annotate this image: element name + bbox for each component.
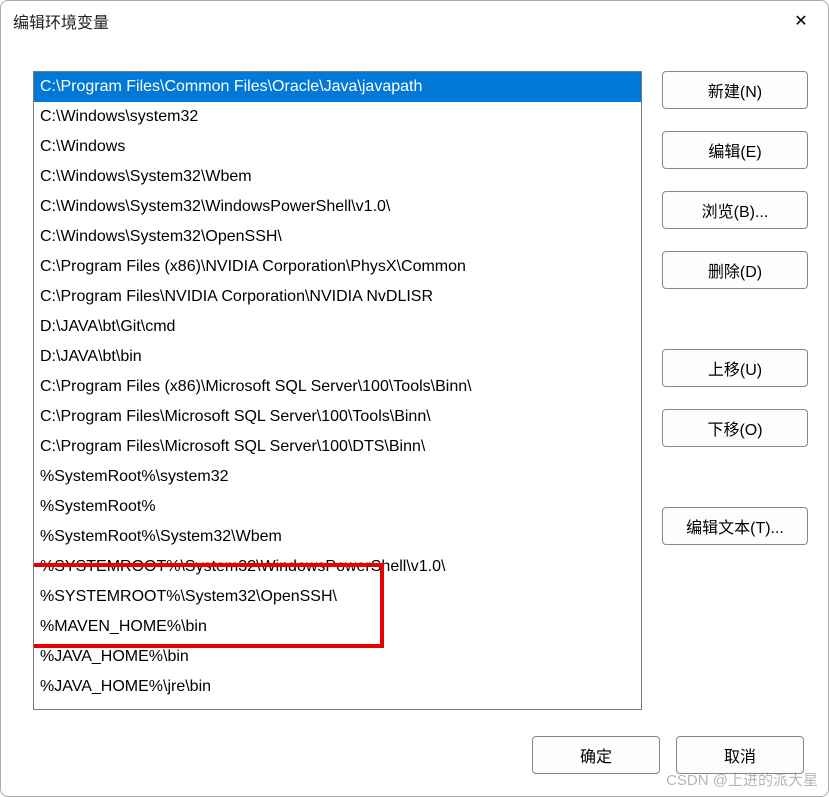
button-column: 新建(N) 编辑(E) 浏览(B)... 删除(D) 上移(U) 下移(O) 编… [662,71,808,710]
move-down-button[interactable]: 下移(O) [662,409,808,447]
list-item[interactable]: C:\Program Files\Microsoft SQL Server\10… [34,432,641,462]
list-item[interactable]: %MAVEN_HOME%\bin [34,612,641,642]
list-item[interactable]: C:\Windows\System32\Wbem [34,162,641,192]
list-item[interactable]: C:\Windows\System32\WindowsPowerShell\v1… [34,192,641,222]
dialog-window: 编辑环境变量 ✕ C:\Program Files\Common Files\O… [0,0,829,797]
list-item[interactable]: C:\Program Files (x86)\NVIDIA Corporatio… [34,252,641,282]
list-item[interactable]: %SystemRoot% [34,492,641,522]
titlebar: 编辑环境变量 ✕ [1,1,828,41]
cancel-button[interactable]: 取消 [676,736,804,774]
ok-button[interactable]: 确定 [532,736,660,774]
list-item[interactable]: C:\Program Files (x86)\Microsoft SQL Ser… [34,372,641,402]
new-button[interactable]: 新建(N) [662,71,808,109]
delete-button[interactable]: 删除(D) [662,251,808,289]
list-item[interactable]: C:\Program Files\NVIDIA Corporation\NVID… [34,282,641,312]
dialog-footer: 确定 取消 [1,722,828,796]
edit-button[interactable]: 编辑(E) [662,131,808,169]
browse-button[interactable]: 浏览(B)... [662,191,808,229]
move-up-button[interactable]: 上移(U) [662,349,808,387]
dialog-title: 编辑环境变量 [13,9,786,33]
list-item[interactable]: C:\Program Files\Common Files\Oracle\Jav… [34,72,641,102]
edit-text-button[interactable]: 编辑文本(T)... [662,507,808,545]
list-item[interactable]: %JAVA_HOME%\bin [34,642,641,672]
list-item[interactable]: C:\Windows\system32 [34,102,641,132]
list-item[interactable]: %SystemRoot%\System32\Wbem [34,522,641,552]
list-item[interactable]: %JAVA_HOME%\jre\bin [34,672,641,702]
close-icon[interactable]: ✕ [786,6,816,36]
list-item[interactable]: C:\Windows\System32\OpenSSH\ [34,222,641,252]
list-item[interactable]: %SYSTEMROOT%\System32\WindowsPowerShell\… [34,552,641,582]
dialog-body: C:\Program Files\Common Files\Oracle\Jav… [1,41,828,722]
path-listbox[interactable]: C:\Program Files\Common Files\Oracle\Jav… [33,71,642,710]
list-item[interactable]: D:\JAVA\bt\Git\cmd [34,312,641,342]
list-item[interactable]: D:\JAVA\bt\bin [34,342,641,372]
list-item[interactable]: C:\Windows [34,132,641,162]
list-item[interactable]: C:\Program Files\Microsoft SQL Server\10… [34,402,641,432]
list-item[interactable]: %SystemRoot%\system32 [34,462,641,492]
list-item[interactable]: %SYSTEMROOT%\System32\OpenSSH\ [34,582,641,612]
